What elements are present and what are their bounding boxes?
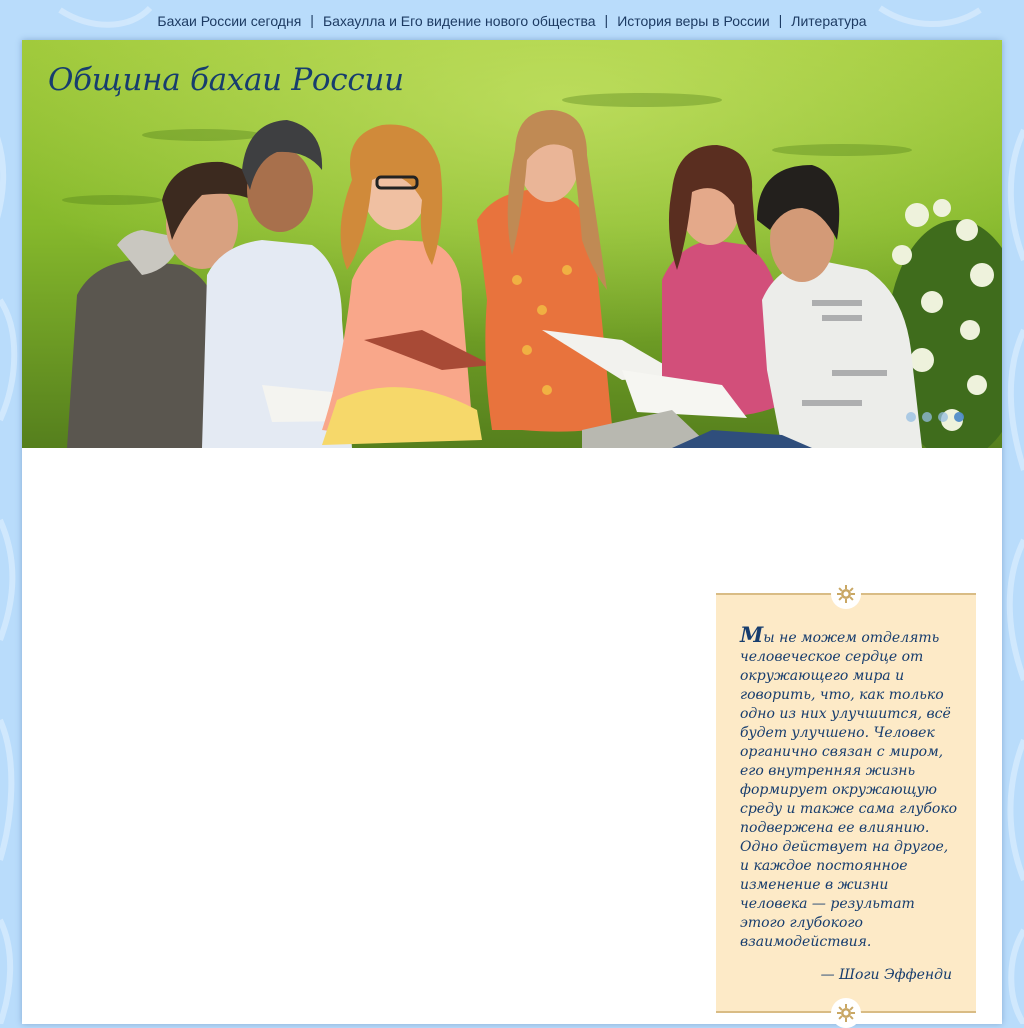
hero-banner: Община бахаи России [22, 40, 1002, 448]
hero-photo [22, 40, 1002, 448]
site-title[interactable]: Община бахаи России [48, 62, 404, 98]
quote-author: — Шоги Эффенди [820, 967, 952, 983]
nav-link-bahaullah-vision[interactable]: Бахаулла и Его видение нового общества [323, 12, 596, 29]
nav-link-literature[interactable]: Литература [791, 12, 866, 29]
page-container: Община бахаи России Мы не можем отделять… [22, 40, 1002, 1028]
quote-text: Мы не можем отделять человеческое сердце… [740, 622, 960, 952]
slider-dot-active[interactable] [954, 412, 964, 422]
nav-separator: | [310, 12, 314, 28]
quote-box: Мы не можем отделять человеческое сердце… [716, 579, 976, 1028]
quote-drop-cap: М [740, 622, 764, 647]
top-navigation: Бахаи России сегодня | Бахаулла и Его ви… [0, 0, 1024, 40]
nav-separator: | [778, 12, 783, 28]
quote-body: ы не можем отделять человеческое сердце … [740, 630, 958, 950]
slider-dot[interactable] [938, 412, 948, 422]
nav-link-faith-history-russia[interactable]: История веры в России [617, 12, 769, 29]
nav-link-bahai-russia-today[interactable]: Бахаи России сегодня [157, 12, 301, 29]
slider-dot[interactable] [922, 412, 932, 422]
gear-ornament-icon [831, 579, 861, 609]
slider-pagination [906, 412, 964, 422]
slider-dot[interactable] [906, 412, 916, 422]
nav-separator: | [604, 12, 609, 28]
